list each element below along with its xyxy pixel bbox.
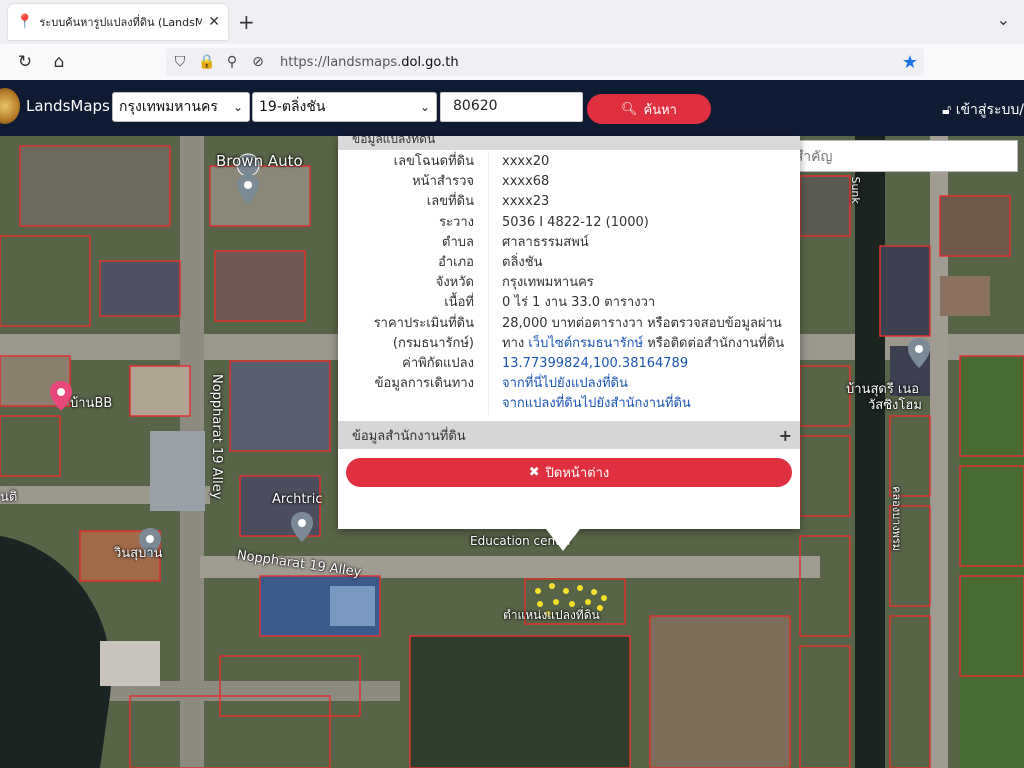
map-label: Archtric — [272, 492, 323, 507]
popup-pointer — [546, 529, 580, 551]
info-value: 0 ไร่ 1 งาน 33.0 ตารางวา — [488, 293, 800, 314]
info-value: ตลิ่งชัน — [488, 253, 800, 274]
land-office-section[interactable]: ข้อมูลสำนักงานที่ดิน + — [338, 421, 800, 449]
treasury-website-link[interactable]: เว็บไซต์กรมธนารักษ์ — [528, 336, 643, 351]
info-row: (กรมธนารักษ์) ทาง เว็บไซต์กรมธนารักษ์ หร… — [338, 333, 800, 355]
info-key: ข้อมูลการเดินทาง — [374, 376, 474, 392]
close-icon: ✖ — [528, 465, 540, 480]
section-title: ข้อมูลสำนักงานที่ดิน — [352, 428, 466, 444]
info-key: (กรมธนารักษ์) — [392, 335, 474, 351]
map-pin-icon: 📍 — [16, 14, 34, 30]
permissions-icon[interactable]: ⚲ — [224, 54, 240, 70]
tracking-icon[interactable]: ⊘ — [250, 54, 266, 70]
tab-list-chevron-icon[interactable]: ⌄ — [997, 10, 1010, 29]
map-marker-icon[interactable] — [908, 338, 930, 368]
close-label: ปิดหน้าต่าง — [545, 466, 610, 481]
district-select[interactable]: 19-ตลิ่งชัน ⌄ — [252, 92, 437, 122]
shield-icon[interactable]: ⛉ — [172, 54, 188, 70]
info-key: ระวาง — [439, 214, 474, 230]
info-row: จากแปลงที่ดินไปยังสำนักงานที่ดิน — [338, 394, 800, 415]
map-label: Brown Auto — [216, 152, 303, 170]
info-row: หน้าสำรวจ xxxx68 — [338, 172, 800, 193]
search-label: ค้นหา — [643, 102, 677, 118]
chevron-down-icon: ⌄ — [232, 100, 243, 114]
address-bar[interactable]: ⛉ 🔒 ⚲ ⊘ https://landsmaps.dol.go.th ★ — [166, 48, 924, 76]
info-row: อำเภอ ตลิ่งชัน — [338, 253, 800, 274]
info-row: ข้อมูลการเดินทาง จากที่นี่ไปยังแปลงที่ดิ… — [338, 374, 800, 395]
info-value: xxxx23 — [488, 192, 800, 213]
chevron-down-icon: ⌄ — [419, 100, 430, 114]
bookmark-star-icon[interactable]: ★ — [902, 52, 918, 73]
info-row: เนื้อที่ 0 ไร่ 1 งาน 33.0 ตารางวา — [338, 293, 800, 314]
info-key: ค่าพิกัดแปลง — [402, 356, 474, 372]
info-key: อำเภอ — [438, 255, 474, 271]
map-marker-icon[interactable] — [237, 174, 259, 204]
expand-plus-icon[interactable]: + — [779, 426, 792, 445]
province-select[interactable]: กรุงเทพมหานคร ⌄ — [112, 92, 250, 122]
parcel-location-label: ตำแหน่งแปลงที่ดิน — [503, 608, 600, 622]
canal-label: คลองบางพรม — [890, 486, 903, 552]
map-marker-icon[interactable] — [291, 512, 313, 542]
tab-title: ระบบค้นหารูปแปลงที่ดิน (LandsMaps) — [39, 16, 203, 29]
info-row: ตำบล ศาลาธรรมสพน์ — [338, 232, 800, 254]
map-label: บ้านBB — [70, 396, 113, 411]
lock-icon[interactable]: 🔒 — [198, 54, 215, 70]
reload-icon[interactable]: ↻ — [8, 52, 42, 72]
info-row: ระวาง 5036 I 4822-12 (1000) — [338, 212, 800, 233]
tab-close-icon[interactable]: ✕ — [208, 14, 220, 30]
province-value: กรุงเทพมหานคร — [119, 99, 218, 115]
url-text[interactable]: https://landsmaps.dol.go.th — [280, 55, 459, 70]
info-row: ค่าพิกัดแปลง 13.77399824,100.38164789 — [338, 354, 800, 375]
info-value: 28,000 บาทต่อตารางวา หรือตรวจสอบข้อมูลผ่… — [488, 313, 800, 334]
info-key: จังหวัด — [435, 275, 474, 291]
coordinates-link[interactable]: 13.77399824,100.38164789 — [488, 354, 800, 375]
map-label: วินสุบาน — [114, 546, 163, 561]
info-value: ศาลาธรรมสพน์ — [488, 232, 800, 254]
info-key: ราคาประเมินที่ดิน — [373, 315, 474, 331]
info-value: xxxx20 — [488, 152, 800, 173]
map-label: วัสซิงโฮม — [868, 398, 922, 413]
parcel-info-popup: ข้อมูลแปลงที่ดิน เลขโฉนดที่ดิน xxxx20 หน้… — [338, 136, 800, 551]
info-row: จังหวัด กรุงเทพมหานคร — [338, 273, 800, 294]
selected-marker-icon[interactable] — [50, 381, 72, 411]
district-value: 19-ตลิ่งชัน — [259, 99, 326, 115]
info-row: เลขโฉนดที่ดิน xxxx20 — [338, 152, 800, 173]
info-key: เนื้อที่ — [444, 295, 474, 311]
road-label: Noppharat 19 Alley — [209, 374, 224, 500]
app-header: LandsMaps กรุงเทพมหานคร ⌄ 19-ตลิ่งชัน ⌄ … — [0, 80, 1024, 136]
info-row: เลขที่ดิน xxxx23 — [338, 192, 800, 213]
parcel-info-table: เลขโฉนดที่ดิน xxxx20 หน้าสำรวจ xxxx68 เลขท… — [338, 152, 800, 415]
browser-navbar: ↻ ⌂ ⛉ 🔒 ⚲ ⊘ https://landsmaps.dol.go.th … — [0, 44, 1024, 80]
info-value: 5036 I 4822-12 (1000) — [488, 212, 800, 233]
logo — [0, 88, 20, 124]
home-icon[interactable]: ⌂ — [42, 52, 76, 72]
popup-header: ข้อมูลแปลงที่ดิน — [338, 136, 800, 150]
login-link[interactable]: 🔓︎ เข้าสู่ระบบ/ — [942, 99, 1024, 121]
close-window-button[interactable]: ✖ ปิดหน้าต่าง — [346, 458, 792, 487]
map-label: นติ — [0, 490, 18, 505]
directions-to-parcel-link[interactable]: จากที่นี่ไปยังแปลงที่ดิน — [488, 374, 800, 395]
new-tab-icon[interactable]: + — [238, 10, 255, 34]
info-key: หน้าสำรวจ — [412, 174, 474, 190]
search-icon: 🔍︎ — [621, 101, 638, 117]
directions-to-office-link[interactable]: จากแปลงที่ดินไปยังสำนักงานที่ดิน — [488, 394, 800, 415]
info-key: เลขที่ดิน — [426, 194, 474, 210]
info-value: ทาง เว็บไซต์กรมธนารักษ์ หรือติดต่อสำนักง… — [488, 333, 800, 355]
parcel-number-input[interactable]: 80620 — [440, 92, 583, 122]
browser-tab[interactable]: 📍 ระบบค้นหารูปแปลงที่ดิน (LandsMaps) ✕ — [8, 4, 228, 40]
lock-icon: 🔓︎ — [942, 102, 952, 118]
info-value: กรุงเทพมหานคร — [488, 273, 800, 294]
search-button[interactable]: 🔍︎ ค้นหา — [587, 94, 711, 124]
app-name: LandsMaps — [26, 97, 110, 115]
info-value: xxxx68 — [488, 172, 800, 193]
browser-tabbar: 📍 ระบบค้นหารูปแปลงที่ดิน (LandsMaps) ✕ +… — [0, 0, 1024, 44]
info-key: ตำบล — [442, 234, 474, 250]
info-key: เลขโฉนดที่ดิน — [393, 154, 474, 169]
info-row: ราคาประเมินที่ดิน 28,000 บาทต่อตารางวา หร… — [338, 313, 800, 334]
